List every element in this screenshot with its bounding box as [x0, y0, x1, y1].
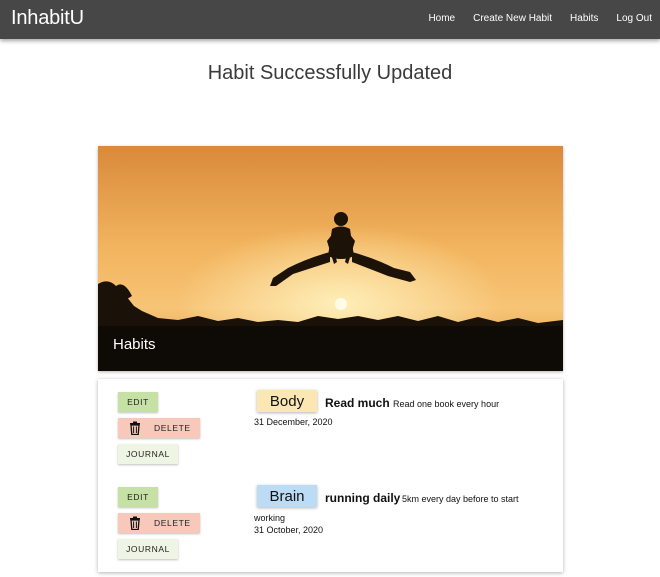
hero-card: Habits: [98, 146, 563, 371]
edit-button[interactable]: EDIT: [118, 392, 158, 412]
hero-title: Habits: [113, 336, 156, 353]
brand-logo[interactable]: InhabitU: [11, 7, 84, 30]
habit-description: 5km every day before to start: [402, 494, 519, 504]
journal-button[interactable]: JOURNAL: [118, 444, 178, 464]
trash-icon: [130, 516, 140, 530]
nav-create-habit-link[interactable]: Create New Habit: [473, 13, 552, 24]
nav-logout-link[interactable]: Log Out: [616, 13, 652, 24]
habit-description: Read one book every hour: [393, 399, 500, 409]
nav-links: Home Create New Habit Habits Log Out: [428, 13, 652, 24]
habit-name: Read much: [325, 396, 390, 410]
navbar: InhabitU Home Create New Habit Habits Lo…: [0, 0, 660, 39]
delete-label: DELETE: [154, 423, 191, 433]
category-tag-body: Body: [257, 390, 317, 412]
page-title: Habit Successfully Updated: [207, 62, 453, 84]
habit-date: 31 December, 2020: [254, 417, 333, 427]
category-tag-brain: Brain: [257, 485, 317, 507]
hero-image: [98, 146, 563, 371]
delete-label: DELETE: [154, 518, 191, 528]
trash-icon: [130, 421, 140, 435]
nav-habits-link[interactable]: Habits: [570, 13, 598, 24]
delete-button[interactable]: DELETE: [118, 418, 200, 438]
habit-name: running daily: [325, 491, 401, 505]
edit-button[interactable]: EDIT: [118, 487, 158, 507]
delete-button[interactable]: DELETE: [118, 513, 200, 533]
habit-description-continued: working: [254, 513, 286, 523]
habits-list-card: EDIT DELETE JOURNAL Body Read much Read …: [98, 379, 563, 572]
habit-date: 31 October, 2020: [254, 525, 324, 535]
journal-button[interactable]: JOURNAL: [118, 539, 178, 559]
nav-home-link[interactable]: Home: [428, 13, 455, 24]
